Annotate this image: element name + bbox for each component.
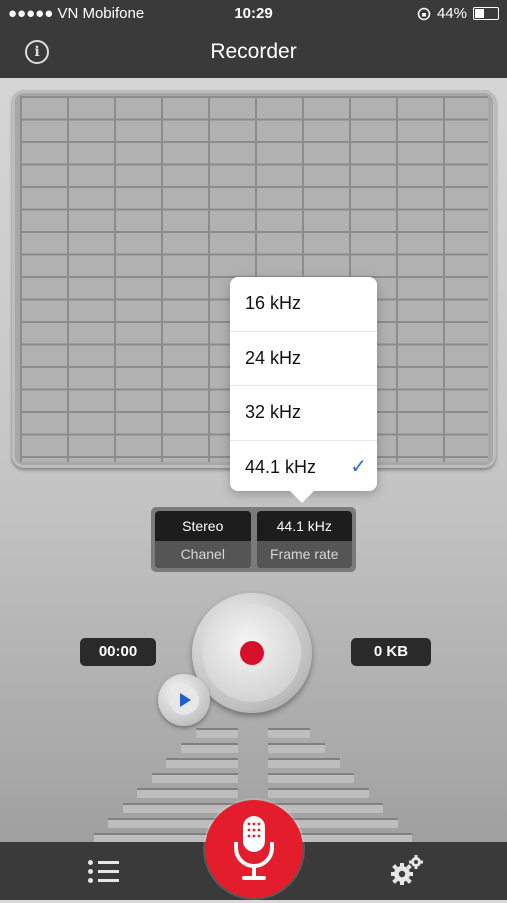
channel-label: Chanel (155, 541, 251, 568)
play-icon (180, 693, 191, 707)
vent-bar (181, 743, 238, 753)
play-button[interactable] (158, 674, 210, 726)
page-title: Recorder (210, 40, 297, 63)
checkmark-icon: ✓ (350, 455, 367, 478)
frame-rate-popup: 16 kHz 24 kHz 32 kHz 44.1 kHz ✓ (230, 277, 377, 503)
vent-bar (152, 773, 238, 783)
vent-bar (268, 743, 325, 753)
file-size-display: 0 KB (351, 638, 431, 666)
vent-bar (268, 773, 354, 783)
frame-rate-option-44-1[interactable]: 44.1 kHz ✓ (230, 441, 377, 495)
audio-settings-panel: Stereo Chanel 44.1 kHz Frame rate (151, 507, 356, 572)
frame-rate-option-32[interactable]: 32 kHz (230, 386, 377, 441)
elapsed-time-display: 00:00 (80, 638, 156, 666)
gears-icon[interactable] (390, 854, 424, 886)
battery-icon (473, 7, 499, 20)
frame-rate-value: 44.1 kHz (276, 518, 332, 534)
option-label: 24 kHz (245, 347, 302, 368)
record-dot-icon (240, 641, 264, 665)
frame-rate-option-24[interactable]: 24 kHz (230, 332, 377, 386)
battery-percent: 44% (436, 5, 467, 22)
vent-bar (268, 758, 340, 768)
frame-rate-label: Frame rate (256, 541, 352, 568)
vent-bar (268, 728, 310, 738)
record-button-face (203, 604, 301, 702)
record-button[interactable] (192, 593, 312, 713)
frame-rate-button[interactable]: 44.1 kHz Frame rate (256, 511, 352, 568)
option-label: 44.1 kHz (245, 456, 317, 477)
play-button-face (169, 685, 199, 715)
status-right: 44% (417, 5, 499, 22)
vent-bar (196, 728, 238, 738)
option-label: 16 kHz (245, 293, 302, 313)
microphone-record-button[interactable] (205, 800, 303, 898)
orientation-lock-icon (417, 7, 431, 20)
channel-button[interactable]: Stereo Chanel (155, 511, 251, 568)
option-label: 32 kHz (245, 402, 302, 422)
microphone-icon (234, 816, 274, 880)
navigation-bar: i Recorder (0, 28, 507, 78)
vent-bar (268, 788, 369, 798)
vent-bar (166, 758, 238, 768)
channel-value: Stereo (182, 518, 224, 534)
status-bar: ●●●●● VN Mobifone 10:29 44% (0, 0, 507, 28)
list-icon[interactable] (88, 858, 120, 884)
vent-bar (137, 788, 238, 798)
frame-rate-option-16[interactable]: 16 kHz (230, 277, 377, 332)
